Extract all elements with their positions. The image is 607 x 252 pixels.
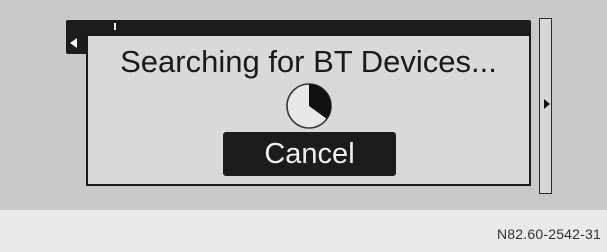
cancel-button[interactable]: Cancel [223, 132, 396, 176]
figure-reference-code: N82.60-2542-31 [497, 226, 601, 242]
progress-spinner-icon [286, 83, 332, 129]
caption-strip: N82.60-2542-31 [0, 210, 607, 252]
display-screen: Searching for BT Devices... Cancel [0, 0, 607, 210]
search-dialog: Searching for BT Devices... Cancel [86, 34, 531, 186]
dialog-title: Searching for BT Devices... [120, 44, 497, 79]
left-arrow-icon[interactable] [70, 38, 77, 48]
position-marker-icon [114, 23, 116, 30]
right-arrow-icon[interactable] [544, 99, 550, 109]
